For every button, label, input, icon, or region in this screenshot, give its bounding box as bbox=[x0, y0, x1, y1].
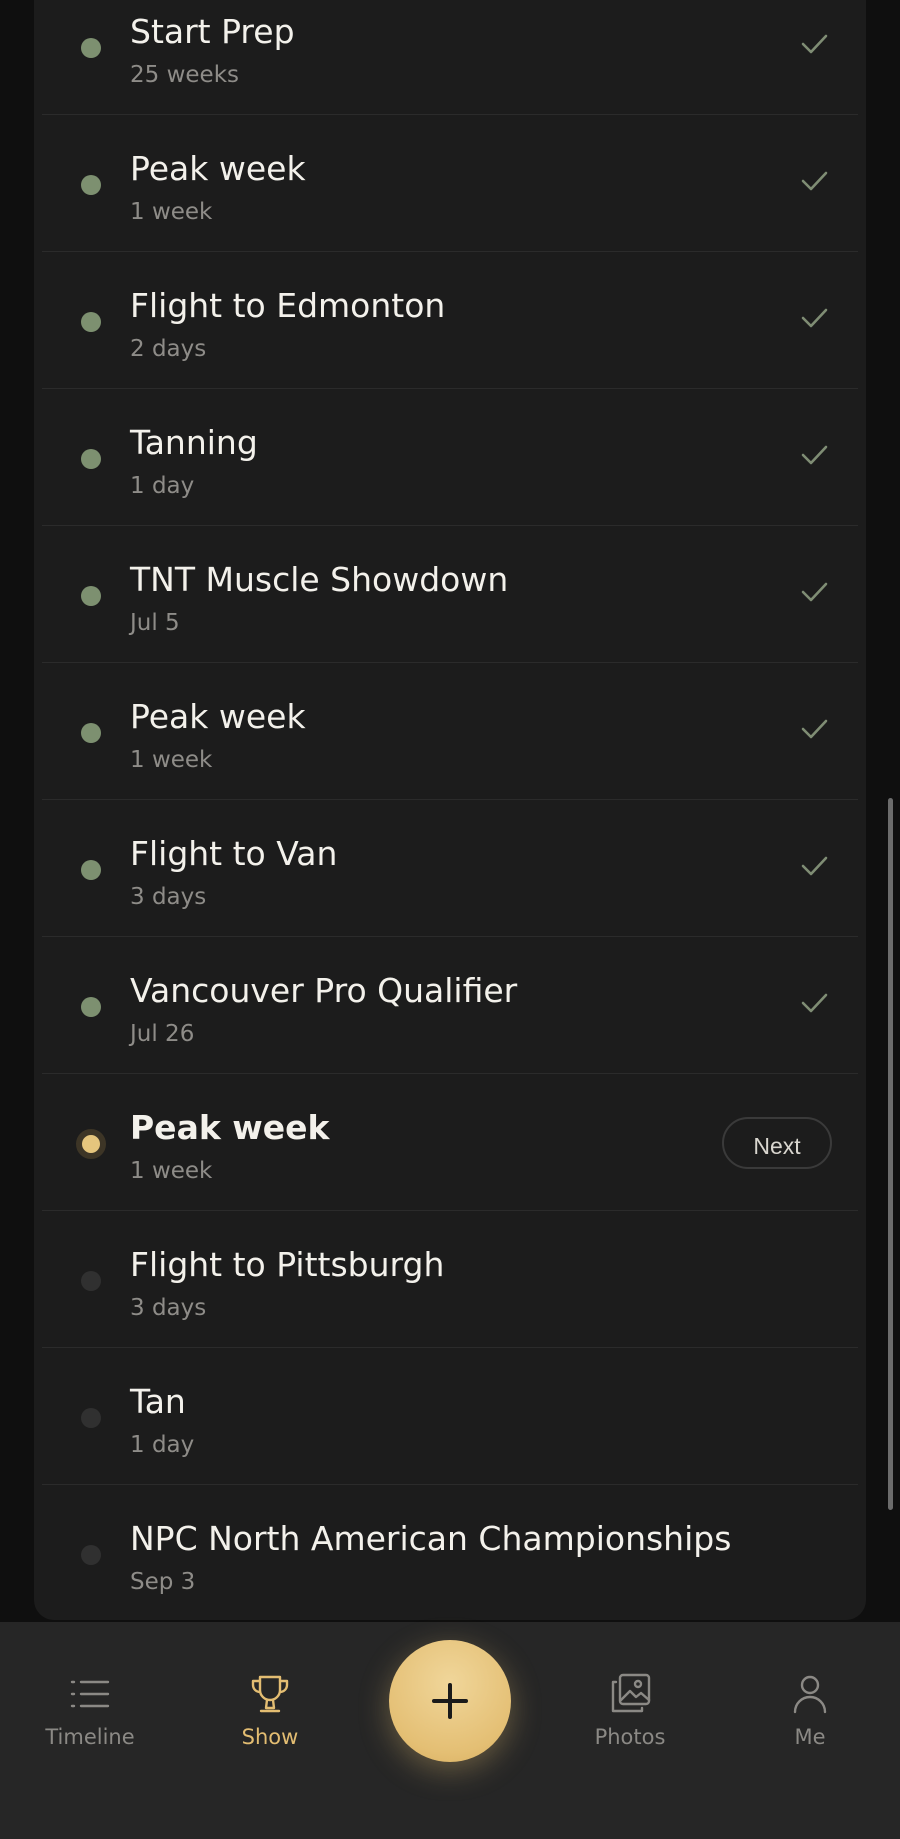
status-dot-current bbox=[76, 1129, 106, 1159]
status-dot-done bbox=[81, 723, 101, 743]
plus-icon bbox=[432, 1683, 468, 1719]
item-title: Peak week bbox=[130, 697, 306, 736]
tab-me-label: Me bbox=[794, 1725, 826, 1749]
timeline-item[interactable]: Peak week 1 week bbox=[42, 115, 858, 252]
item-duration: 1 week bbox=[130, 199, 213, 225]
status-dot-done bbox=[81, 312, 101, 332]
check-icon bbox=[801, 34, 828, 54]
tab-show[interactable]: Show bbox=[200, 1672, 340, 1750]
check-icon bbox=[801, 582, 828, 602]
check-icon bbox=[801, 719, 828, 739]
check-icon bbox=[801, 445, 828, 465]
item-duration: 3 days bbox=[130, 884, 207, 910]
status-dot-done bbox=[81, 860, 101, 880]
tab-photos[interactable]: Photos bbox=[560, 1672, 700, 1750]
item-title: Flight to Pittsburgh bbox=[130, 1245, 445, 1284]
tab-timeline[interactable]: Timeline bbox=[20, 1672, 160, 1750]
item-title: Vancouver Pro Qualifier bbox=[130, 971, 518, 1010]
item-duration: 25 weeks bbox=[130, 62, 239, 88]
timeline-item[interactable]: Tanning 1 day bbox=[42, 389, 858, 526]
status-dot-done bbox=[81, 449, 101, 469]
tab-show-label: Show bbox=[241, 1725, 299, 1749]
check-icon bbox=[801, 856, 828, 876]
item-title: Peak week bbox=[130, 1108, 330, 1147]
status-dot-done bbox=[81, 175, 101, 195]
timeline-list: Start Prep 25 weeks Peak week 1 week Fli… bbox=[34, 0, 866, 1621]
timeline-item[interactable]: Vancouver Pro Qualifier Jul 26 bbox=[42, 937, 858, 1074]
item-duration: 1 day bbox=[130, 1432, 195, 1458]
timeline-item[interactable]: Peak week 1 week bbox=[42, 663, 858, 800]
item-title: Flight to Van bbox=[130, 834, 338, 873]
timeline-item[interactable]: Tan 1 day bbox=[42, 1348, 858, 1485]
photo-gallery-icon bbox=[611, 1673, 651, 1713]
timeline-item-current[interactable]: Peak week 1 week Next bbox=[42, 1074, 858, 1211]
status-dot-pending bbox=[81, 1271, 101, 1291]
item-title: NPC North American Championships bbox=[130, 1519, 732, 1558]
timeline-item[interactable]: Flight to Edmonton 2 days bbox=[42, 252, 858, 389]
item-duration: 2 days bbox=[130, 336, 207, 362]
status-dot-done bbox=[81, 38, 101, 58]
timeline-item[interactable]: NPC North American Championships Sep 3 bbox=[42, 1485, 858, 1621]
list-icon bbox=[70, 1680, 110, 1708]
item-duration: 3 days bbox=[130, 1295, 207, 1321]
item-title: Start Prep bbox=[130, 12, 295, 51]
timeline-item[interactable]: Start Prep 25 weeks bbox=[42, 0, 858, 115]
trophy-icon bbox=[251, 1675, 289, 1713]
status-dot-done bbox=[81, 586, 101, 606]
item-duration: 1 week bbox=[130, 747, 213, 773]
tab-photos-label: Photos bbox=[594, 1725, 666, 1749]
tab-me[interactable]: Me bbox=[740, 1672, 880, 1750]
status-dot-pending bbox=[81, 1408, 101, 1428]
item-title: Tan bbox=[130, 1382, 186, 1421]
timeline-item[interactable]: TNT Muscle Showdown Jul 5 bbox=[42, 526, 858, 663]
scrollbar[interactable] bbox=[888, 798, 893, 1510]
add-button[interactable] bbox=[389, 1640, 511, 1762]
check-icon bbox=[801, 171, 828, 191]
timeline-item[interactable]: Flight to Van 3 days bbox=[42, 800, 858, 937]
item-date: Jul 5 bbox=[130, 610, 180, 636]
timeline-item[interactable]: Flight to Pittsburgh 3 days bbox=[42, 1211, 858, 1348]
next-button[interactable]: Next bbox=[722, 1117, 832, 1169]
status-dot-pending bbox=[81, 1545, 101, 1565]
item-duration: 1 week bbox=[130, 1158, 213, 1184]
item-title: Flight to Edmonton bbox=[130, 286, 446, 325]
item-title: Tanning bbox=[130, 423, 258, 462]
item-duration: 1 day bbox=[130, 473, 195, 499]
status-dot-done bbox=[81, 997, 101, 1017]
item-date: Sep 3 bbox=[130, 1569, 196, 1595]
item-title: TNT Muscle Showdown bbox=[130, 560, 509, 599]
check-icon bbox=[801, 308, 828, 328]
item-title: Peak week bbox=[130, 149, 306, 188]
tab-timeline-label: Timeline bbox=[45, 1725, 135, 1749]
item-date: Jul 26 bbox=[130, 1021, 195, 1047]
user-icon bbox=[793, 1675, 827, 1714]
check-icon bbox=[801, 993, 828, 1013]
